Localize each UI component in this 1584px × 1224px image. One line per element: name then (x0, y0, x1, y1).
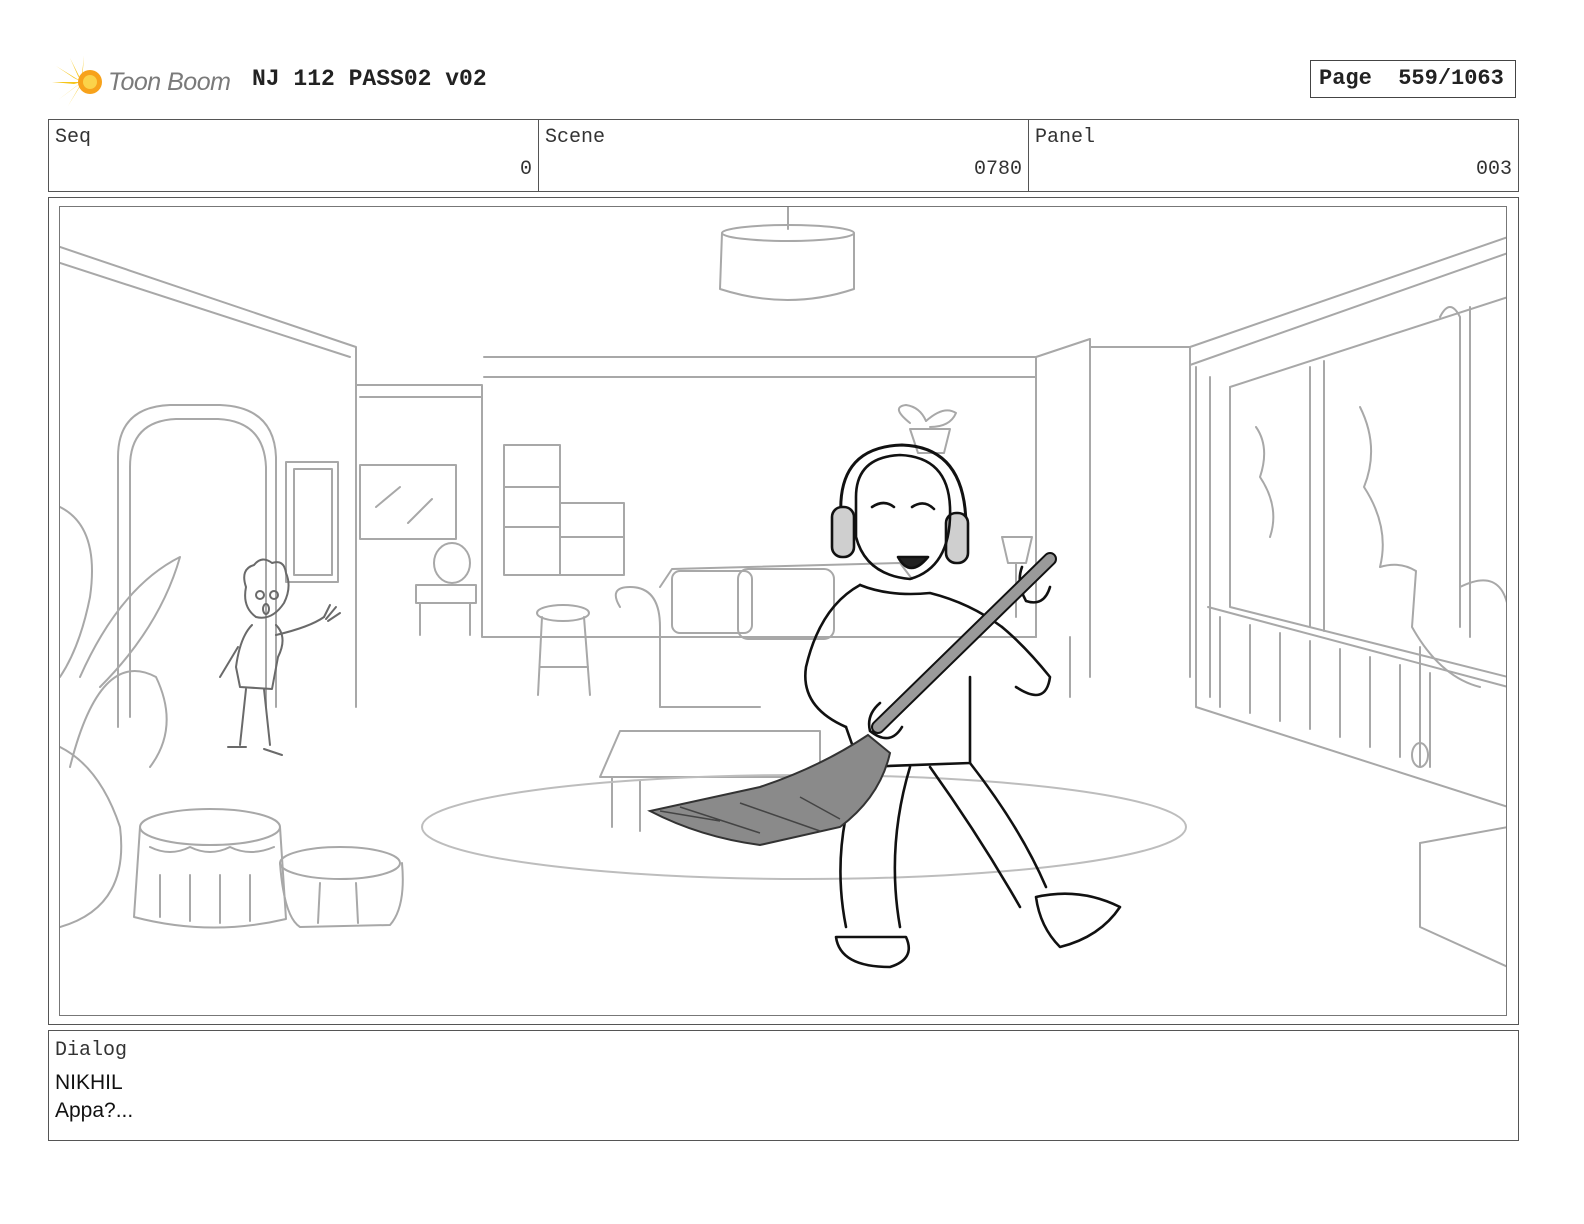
panel-label: Panel (1035, 126, 1096, 149)
logo-text: Toon Boom (108, 68, 231, 96)
page-label: Page (1319, 66, 1372, 91)
page-number: 559/1063 (1398, 66, 1504, 91)
storyboard-header: Toon Boom NJ 112 PASS02 v02 Page 559/106… (48, 50, 1538, 110)
panel-value: 003 (1475, 158, 1512, 181)
scene-cell: Scene 0780 (539, 120, 1029, 191)
seq-cell: Seq 0 (49, 120, 539, 191)
seq-value: 0 (519, 158, 532, 181)
scene-value: 0780 (973, 158, 1022, 181)
document-title: NJ 112 PASS02 v02 (252, 66, 487, 92)
dialog-line: Appa?... (55, 1099, 134, 1122)
living-room-sketch (60, 207, 1506, 969)
broom (647, 552, 1057, 847)
page-indicator: Page 559/1063 (1310, 60, 1516, 98)
starburst-icon (52, 56, 102, 106)
toon-boom-logo: Toon Boom (52, 56, 242, 108)
dad-character (804, 443, 1122, 969)
seq-label: Seq (55, 126, 92, 149)
dialog-box: Dialog NIKHIL Appa?... (48, 1030, 1519, 1141)
nikhil-character (219, 558, 341, 756)
storyboard-drawing (59, 206, 1507, 1016)
panel-cell: Panel 003 (1029, 120, 1518, 191)
dialog-label: Dialog (55, 1039, 128, 1062)
dialog-speaker: NIKHIL (55, 1071, 123, 1094)
panel-info-row: Seq 0 Scene 0780 Panel 003 (48, 119, 1519, 192)
scene-label: Scene (545, 126, 606, 149)
panel-frame (48, 197, 1519, 1025)
